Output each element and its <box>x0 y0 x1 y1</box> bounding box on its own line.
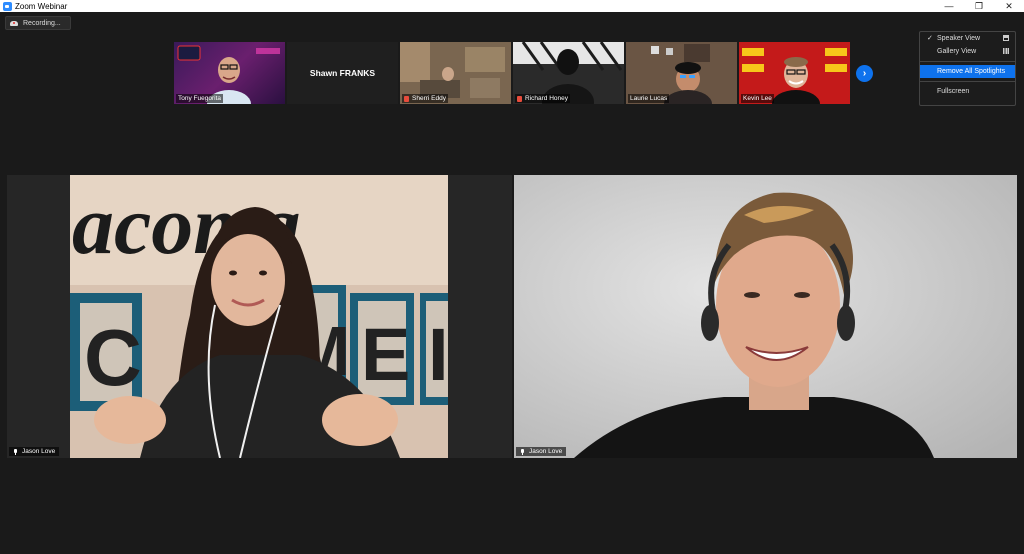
participant-thumbnail[interactable]: Laurie Lucas <box>626 42 737 104</box>
participant-video-feed: acoma C M E I <box>70 175 448 458</box>
minimize-button[interactable]: — <box>934 0 964 12</box>
speaker-view-icon <box>1003 35 1009 41</box>
participant-video-feed <box>514 175 1017 458</box>
window-title: Zoom Webinar <box>15 1 68 11</box>
recording-indicator[interactable]: Recording... <box>5 16 71 30</box>
participant-name: Tony Fuegorita <box>176 94 223 103</box>
participant-thumbnail[interactable]: Sherri Eddy <box>400 42 511 104</box>
participant-name: Sherri Eddy <box>402 94 448 103</box>
participant-thumbnail[interactable]: Richard Honey <box>513 42 624 104</box>
menu-item-speaker-view[interactable]: ✓ Speaker View <box>920 32 1015 45</box>
next-page-button[interactable]: › <box>856 65 873 82</box>
spotlight-video-right[interactable]: Jason Love <box>514 175 1017 458</box>
recording-label: Recording... <box>23 19 61 27</box>
muted-mic-icon <box>404 95 409 102</box>
pin-icon <box>13 448 18 455</box>
window-titlebar: Zoom Webinar — ❐ ✕ <box>0 0 1024 12</box>
zoom-logo-icon <box>3 1 12 11</box>
muted-mic-icon <box>517 95 522 102</box>
pin-icon <box>520 448 525 455</box>
gallery-view-icon <box>1003 48 1009 54</box>
menu-divider <box>920 61 1015 62</box>
participant-name: Richard Honey <box>515 94 570 103</box>
participant-thumbnail[interactable]: Tony Fuegorita <box>174 42 285 104</box>
checkmark-icon: ✓ <box>927 35 933 42</box>
cloud-record-icon <box>10 20 18 27</box>
backdrop-letter: E <box>361 313 410 396</box>
view-menu: ✓ Speaker View Gallery View Remove All S… <box>919 31 1016 106</box>
menu-item-remove-all-spotlights[interactable]: Remove All Spotlights <box>920 65 1015 78</box>
spotlight-video-left[interactable]: acoma C M E I Jason Love <box>7 175 512 458</box>
backdrop-letter: I <box>428 313 448 396</box>
participant-name: Shawn FRANKS <box>309 68 376 78</box>
close-button[interactable]: ✕ <box>994 0 1024 12</box>
participant-name: Kevin Lee <box>741 94 774 103</box>
participant-thumbnail[interactable]: Shawn FRANKS <box>287 42 398 104</box>
maximize-button[interactable]: ❐ <box>964 0 994 12</box>
menu-item-fullscreen[interactable]: Fullscreen <box>920 85 1015 98</box>
participant-name-tag: Jason Love <box>9 447 60 456</box>
participant-name-tag: Jason Love <box>516 447 567 456</box>
menu-item-gallery-view[interactable]: Gallery View <box>920 45 1015 58</box>
chevron-right-icon: › <box>862 68 867 79</box>
participant-name: Laurie Lucas <box>628 94 670 103</box>
participant-thumbnail-strip: Tony Fuegorita Shawn FRANKS Sherri Eddy <box>174 42 852 104</box>
menu-divider <box>920 81 1015 82</box>
participant-thumbnail[interactable]: Kevin Lee <box>739 42 850 104</box>
backdrop-letter: C <box>84 313 142 402</box>
